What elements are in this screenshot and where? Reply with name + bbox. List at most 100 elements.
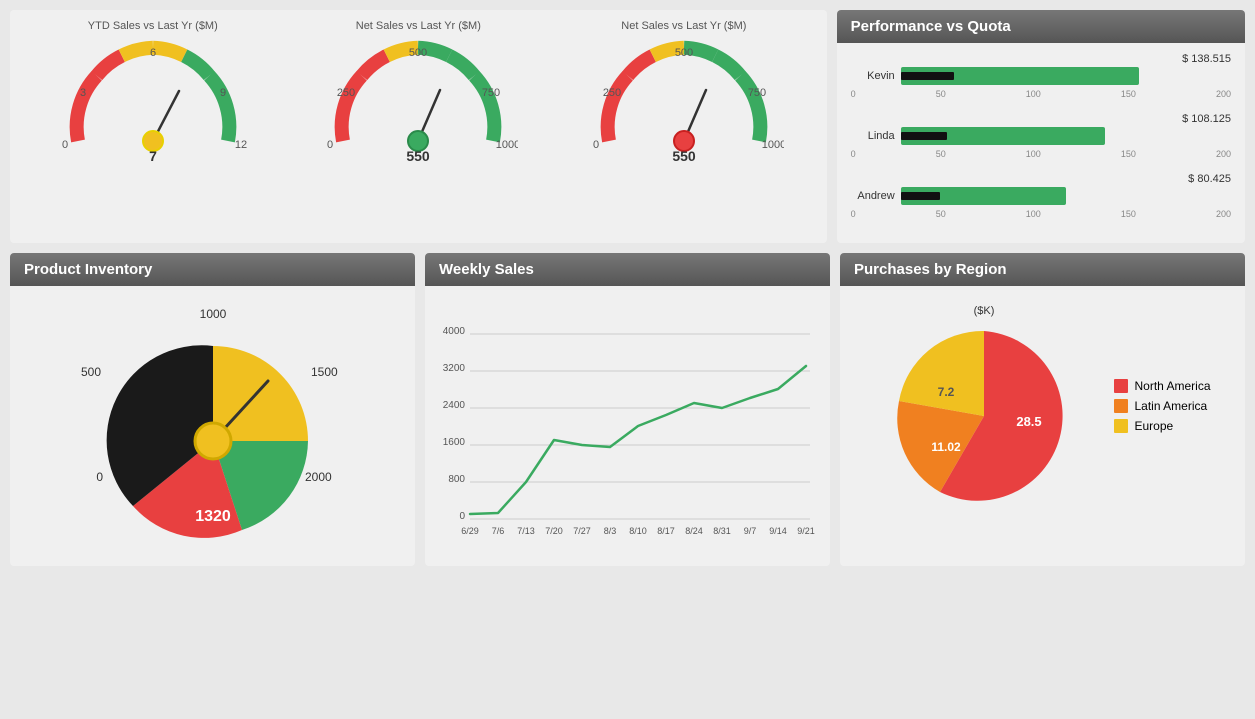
- performance-title: Performance vs Quota: [837, 10, 1245, 43]
- andrew-label: Andrew: [851, 190, 895, 202]
- linda-actual-bar: [901, 132, 947, 140]
- linda-axis: 050100150200: [851, 149, 1231, 159]
- weekly-sales-chart: 0 800 1600 2400 3200 4000 6/29: [425, 286, 830, 547]
- linda-label: Linda: [851, 130, 895, 142]
- svg-text:28.5: 28.5: [1017, 414, 1042, 429]
- purchases-svg: ($K) 28.5: [874, 296, 1094, 516]
- svg-text:8/31: 8/31: [713, 526, 731, 534]
- legend-latin-america: Latin America: [1114, 399, 1210, 413]
- kevin-axis: 050100150200: [851, 89, 1231, 99]
- svg-text:8/10: 8/10: [629, 526, 647, 534]
- svg-text:1000: 1000: [199, 307, 226, 321]
- gauge-ytd: YTD Sales vs Last Yr ($M): [53, 20, 253, 166]
- gauge-ytd-title: YTD Sales vs Last Yr ($M): [53, 20, 253, 32]
- gauge-net2-title: Net Sales vs Last Yr ($M): [584, 20, 784, 32]
- dashboard: YTD Sales vs Last Yr ($M): [10, 10, 1245, 566]
- gauge-net1: Net Sales vs Last Yr ($M) 0 250 500 750 …: [318, 20, 518, 166]
- svg-text:500: 500: [675, 47, 693, 59]
- svg-text:2400: 2400: [443, 400, 466, 411]
- svg-text:0: 0: [459, 511, 465, 522]
- purchases-panel: Purchases by Region ($K): [840, 253, 1245, 566]
- svg-text:0: 0: [593, 139, 599, 151]
- svg-text:0: 0: [327, 139, 333, 151]
- svg-text:250: 250: [337, 87, 355, 99]
- svg-text:4000: 4000: [443, 326, 466, 337]
- weekly-sales-title: Weekly Sales: [425, 253, 830, 286]
- svg-text:800: 800: [448, 474, 465, 485]
- svg-text:550: 550: [672, 148, 696, 164]
- kevin-label: Kevin: [851, 70, 895, 82]
- gauge-net1-title: Net Sales vs Last Yr ($M): [318, 20, 518, 32]
- svg-text:8/24: 8/24: [685, 526, 703, 534]
- north-america-color: [1114, 379, 1128, 393]
- inventory-title: Product Inventory: [10, 253, 415, 286]
- svg-text:3: 3: [80, 87, 86, 99]
- svg-text:6: 6: [150, 47, 156, 59]
- svg-text:1000: 1000: [496, 139, 518, 151]
- svg-text:0: 0: [96, 470, 103, 484]
- svg-text:7: 7: [149, 148, 157, 164]
- inventory-container: 1000 1500 2000 0 500: [10, 286, 415, 566]
- gauges-panel: YTD Sales vs Last Yr ($M): [10, 10, 827, 243]
- inventory-panel: Product Inventory 1000 1500 2000 0 500: [10, 253, 415, 566]
- svg-text:3200: 3200: [443, 363, 466, 374]
- inventory-svg: 1000 1500 2000 0 500: [73, 296, 353, 556]
- perf-linda: $ 108.125 Linda 050100150200: [851, 113, 1231, 159]
- svg-text:500: 500: [80, 365, 100, 379]
- svg-text:12: 12: [235, 139, 247, 151]
- legend-europe: Europe: [1114, 419, 1210, 433]
- pie-legend: North America Latin America Europe: [1114, 379, 1210, 439]
- purchases-title: Purchases by Region: [840, 253, 1245, 286]
- inventory-value: 1320: [195, 508, 231, 525]
- gauge-net2: Net Sales vs Last Yr ($M) 0 250 500 750 …: [584, 20, 784, 166]
- svg-text:6/29: 6/29: [461, 526, 479, 534]
- svg-text:2000: 2000: [305, 470, 332, 484]
- purchases-chart: ($K) 28.5: [840, 286, 1245, 531]
- andrew-axis: 050100150200: [851, 209, 1231, 219]
- europe-segment: [899, 331, 984, 416]
- perf-kevin: $ 138.515 Kevin 050100150200: [851, 53, 1231, 99]
- top-row: YTD Sales vs Last Yr ($M): [10, 10, 1245, 243]
- kevin-value: $ 138.515: [1182, 53, 1231, 65]
- svg-text:9/21: 9/21: [797, 526, 815, 534]
- inventory-center: [195, 423, 231, 459]
- svg-text:750: 750: [748, 87, 766, 99]
- weekly-sales-svg: 0 800 1600 2400 3200 4000 6/29: [435, 294, 815, 534]
- svg-text:11.02: 11.02: [932, 440, 962, 454]
- svg-text:9/14: 9/14: [769, 526, 787, 534]
- svg-text:500: 500: [409, 47, 427, 59]
- performance-chart: $ 138.515 Kevin 050100150200: [837, 43, 1245, 243]
- svg-text:1500: 1500: [311, 365, 338, 379]
- svg-text:9: 9: [220, 87, 226, 99]
- svg-text:1000: 1000: [762, 139, 784, 151]
- performance-panel: Performance vs Quota $ 138.515 Kevin: [837, 10, 1245, 243]
- andrew-actual-bar: [901, 192, 941, 200]
- svg-text:550: 550: [407, 148, 431, 164]
- svg-text:750: 750: [482, 87, 500, 99]
- svg-text:9/7: 9/7: [744, 526, 757, 534]
- svg-text:7/13: 7/13: [517, 526, 535, 534]
- svg-text:8/17: 8/17: [657, 526, 675, 534]
- latin-america-color: [1114, 399, 1128, 413]
- svg-text:7/20: 7/20: [545, 526, 563, 534]
- svg-text:0: 0: [62, 139, 68, 151]
- svg-text:7/27: 7/27: [573, 526, 591, 534]
- svg-text:250: 250: [603, 87, 621, 99]
- bottom-row: Product Inventory 1000 1500 2000 0 500: [10, 253, 1245, 566]
- kevin-actual-bar: [901, 72, 954, 80]
- europe-label: Europe: [1134, 419, 1173, 433]
- latin-america-label: Latin America: [1134, 399, 1207, 413]
- perf-andrew: $ 80.425 Andrew 050100150200: [851, 173, 1231, 219]
- svg-text:7/6: 7/6: [492, 526, 505, 534]
- weekly-sales-panel: Weekly Sales 0 800 1600 2400 3200 4000: [425, 253, 830, 566]
- weekly-sales-line: [470, 366, 806, 514]
- andrew-value: $ 80.425: [1188, 173, 1231, 185]
- legend-north-america: North America: [1114, 379, 1210, 393]
- svg-text:($K): ($K): [974, 305, 995, 317]
- svg-text:7.2: 7.2: [938, 385, 955, 399]
- north-america-label: North America: [1134, 379, 1210, 393]
- gauges-container: YTD Sales vs Last Yr ($M): [10, 10, 827, 176]
- svg-text:1600: 1600: [443, 437, 466, 448]
- europe-color: [1114, 419, 1128, 433]
- svg-text:8/3: 8/3: [604, 526, 617, 534]
